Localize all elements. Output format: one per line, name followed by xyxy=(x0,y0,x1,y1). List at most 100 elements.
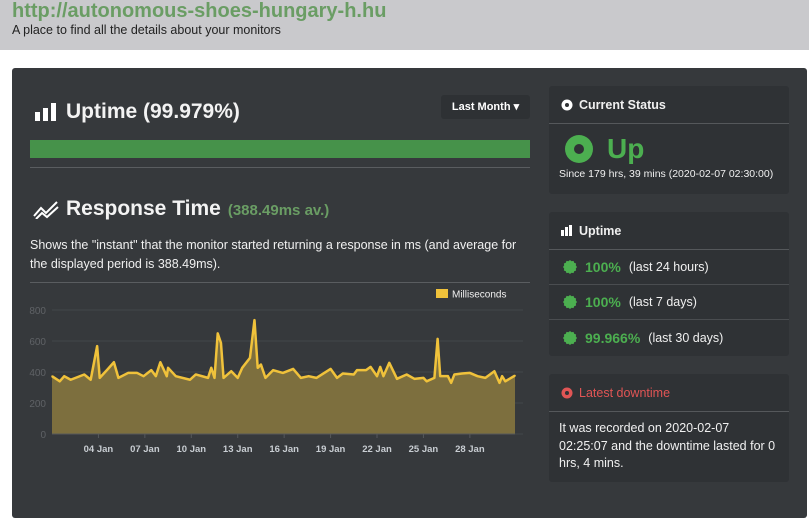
data-point xyxy=(493,370,496,373)
data-point xyxy=(498,382,501,384)
data-point xyxy=(453,373,456,376)
x-tick-label: 28 Jan xyxy=(455,444,485,455)
data-point xyxy=(447,375,449,377)
data-point xyxy=(342,372,344,375)
data-point xyxy=(396,378,398,380)
data-point xyxy=(382,375,385,377)
x-tick-label: 13 Jan xyxy=(223,444,253,455)
period-dropdown[interactable]: Last Month ▾ xyxy=(441,95,530,119)
uptime-row: 100% (last 7 days) xyxy=(549,285,789,320)
data-point xyxy=(189,378,191,381)
badge-icon xyxy=(563,260,577,274)
data-point xyxy=(504,380,507,383)
bar-chart-icon xyxy=(35,103,56,121)
response-average: (388.49ms av.) xyxy=(227,202,330,219)
data-point xyxy=(369,366,372,368)
badge-icon xyxy=(563,295,577,309)
data-point xyxy=(300,377,302,379)
uptime-value: 100% xyxy=(585,294,621,310)
downtime-text: It was recorded on 2020-02-07 02:25:07 a… xyxy=(559,421,776,470)
x-tick-label: 16 Jan xyxy=(269,444,299,455)
response-time-chart: 0 200 400 600 800 04 Jan 07 Jan 10 Jan 13 Jan 16 … xyxy=(29,289,523,455)
data-point xyxy=(272,369,274,371)
data-point xyxy=(106,368,109,371)
y-tick-label: 600 xyxy=(29,337,46,348)
data-point xyxy=(159,361,162,364)
data-point xyxy=(213,377,216,379)
data-point xyxy=(207,377,209,379)
legend-label: Milliseconds xyxy=(452,290,506,301)
data-point xyxy=(376,375,378,377)
status-up-icon xyxy=(565,135,593,163)
dot-circle-icon xyxy=(561,387,573,398)
data-point xyxy=(264,377,267,379)
data-point xyxy=(216,332,219,335)
current-status-card: Current Status Up Since 179 hrs, 39 mins… xyxy=(549,86,789,194)
legend-swatch xyxy=(436,289,448,298)
uptime-row: 99.966% (last 30 days) xyxy=(549,320,789,355)
dot-circle-icon xyxy=(561,99,573,110)
uptime-progress-bar xyxy=(30,140,530,158)
data-point xyxy=(461,372,463,375)
data-point xyxy=(433,377,436,379)
data-point xyxy=(469,372,471,374)
data-point xyxy=(356,369,358,371)
data-point xyxy=(425,380,428,383)
x-tick-label: 19 Jan xyxy=(316,444,346,455)
data-point xyxy=(58,380,61,383)
data-point xyxy=(155,375,157,377)
data-point xyxy=(236,377,239,379)
x-tick-label: 04 Jan xyxy=(84,444,114,455)
data-point xyxy=(365,369,367,371)
data-point xyxy=(167,367,169,369)
x-tick-label: 25 Jan xyxy=(409,444,439,455)
data-point xyxy=(282,372,284,374)
uptime-heading: Uptime (99.979%) xyxy=(35,100,240,124)
latest-downtime-card: Latest downtime It was recorded on 2020-… xyxy=(549,374,789,482)
data-point xyxy=(329,368,332,370)
y-tick-label: 800 xyxy=(29,306,46,317)
data-point xyxy=(98,377,101,379)
uptime-row: 100% (last 24 hours) xyxy=(549,250,789,285)
data-point xyxy=(142,375,145,377)
uptime-period: (last 7 days) xyxy=(628,295,697,309)
data-point xyxy=(230,370,233,373)
series-line xyxy=(51,318,516,385)
uptime-title: Uptime (99.979%) xyxy=(66,100,240,123)
data-point xyxy=(450,382,452,384)
status-state: Up xyxy=(607,133,645,164)
data-point xyxy=(484,377,487,379)
tagline: A place to find all the details about yo… xyxy=(12,23,281,37)
data-point xyxy=(127,372,129,374)
data-point xyxy=(436,338,439,340)
data-point xyxy=(422,377,425,379)
data-point xyxy=(476,375,479,377)
data-point xyxy=(315,377,318,379)
data-point xyxy=(222,377,225,379)
data-point xyxy=(165,375,168,377)
data-point xyxy=(292,368,294,370)
data-point xyxy=(195,373,197,376)
data-point xyxy=(260,363,262,366)
badge-icon xyxy=(563,330,577,345)
y-tick-label: 200 xyxy=(29,399,46,410)
data-point xyxy=(514,374,516,377)
data-point xyxy=(150,369,153,371)
data-point xyxy=(96,345,98,347)
response-description: Shows the "instant" that the monitor sta… xyxy=(30,238,517,271)
y-tick-label: 0 xyxy=(40,430,46,441)
x-tick-label: 10 Jan xyxy=(176,444,206,455)
data-point xyxy=(253,319,256,321)
page-header: http://autonomous-shoes-hungary-h.hu A p… xyxy=(0,0,809,50)
x-tick-label: 07 Jan xyxy=(130,444,160,455)
divider xyxy=(30,167,530,168)
uptime-progress-fill xyxy=(30,140,530,158)
uptime-value: 99.966% xyxy=(585,329,641,346)
uptime-card: Uptime 100% (last 24 hours) 100% (last 7 da… xyxy=(549,212,789,356)
uptime-period: (last 30 days) xyxy=(648,330,724,345)
data-point xyxy=(439,375,441,377)
data-point xyxy=(249,357,251,359)
data-point xyxy=(63,375,66,377)
data-point xyxy=(405,373,408,376)
site-url[interactable]: http://autonomous-shoes-hungary-h.hu xyxy=(12,0,386,23)
